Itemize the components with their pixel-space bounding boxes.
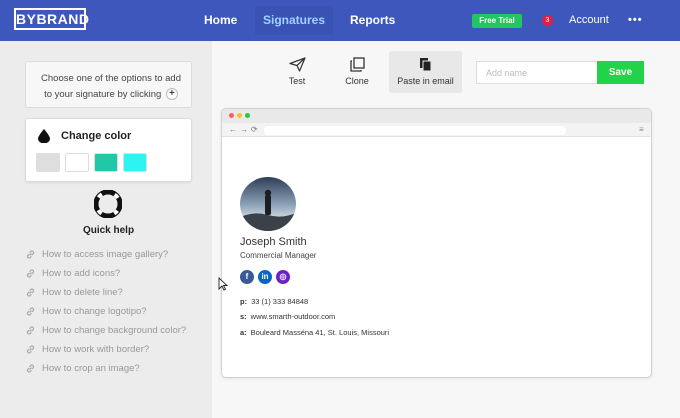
brand-logo[interactable]: BYBRAND <box>14 8 89 30</box>
account-menu[interactable]: Account <box>569 0 609 41</box>
help-link-label: How to add icons? <box>42 268 121 279</box>
change-color-card: Change color <box>25 118 192 182</box>
nav-reports[interactable]: Reports <box>350 0 395 41</box>
reload-icon: ⟳ <box>251 125 258 134</box>
help-link-label: How to change logotipo? <box>42 306 147 317</box>
minimize-dot-icon <box>237 113 242 118</box>
clone-label: Clone <box>345 76 369 86</box>
add-hint-line1: Choose one of the options to add <box>41 73 181 84</box>
browser-menu-icon: ≡ <box>639 125 644 134</box>
nav-home[interactable]: Home <box>204 0 237 41</box>
add-option-hint: Choose one of the options to add to your… <box>36 71 186 103</box>
site-value: www.smarth-outdoor.com <box>250 312 336 321</box>
link-icon <box>26 364 35 373</box>
help-link-change-logo[interactable]: How to change logotipo? <box>25 302 186 321</box>
maximize-dot-icon <box>245 113 250 118</box>
plus-icon[interactable]: + <box>165 88 178 101</box>
free-trial-badge[interactable]: Free Trial <box>472 14 522 28</box>
paste-in-email-button[interactable]: Paste in email <box>389 51 462 93</box>
color-drop-icon <box>38 129 50 143</box>
help-link-crop-image[interactable]: How to crop an image? <box>25 359 186 378</box>
help-link-label: How to access image gallery? <box>42 249 169 260</box>
top-navigation-bar: BYBRAND Home Signatures Reports Free Tri… <box>0 0 680 41</box>
paste-label: Paste in email <box>397 76 454 86</box>
link-icon <box>26 326 35 335</box>
test-button[interactable]: Test <box>268 51 326 93</box>
browser-title-bar <box>222 109 651 123</box>
help-link-image-gallery[interactable]: How to access image gallery? <box>25 245 186 264</box>
facebook-icon[interactable]: f <box>240 270 254 284</box>
test-label: Test <box>288 76 306 86</box>
signature-address: a: Bouleard Masséna 41, St. Louis, Missou… <box>240 328 389 337</box>
change-color-title: Change color <box>61 130 132 142</box>
help-link-delete-line[interactable]: How to delete line? <box>25 283 186 302</box>
help-link-border[interactable]: How to work with border? <box>25 340 186 359</box>
forward-arrow-icon: → <box>240 125 248 134</box>
color-swatch-teal[interactable] <box>94 153 118 172</box>
signature-site: s: www.smarth-outdoor.com <box>240 312 335 321</box>
help-link-label: How to change background color? <box>42 325 187 336</box>
help-link-add-icons[interactable]: How to add icons? <box>25 264 186 283</box>
signature-name-input[interactable] <box>476 61 598 84</box>
more-options-icon[interactable]: ••• <box>628 0 643 41</box>
help-link-label: How to crop an image? <box>42 363 140 374</box>
browser-address-bar: ← → ⟳ ≡ <box>222 123 651 137</box>
email-preview-window: ← → ⟳ ≡ Joseph Smith Commercial Manager … <box>221 108 652 378</box>
link-icon <box>26 345 35 354</box>
site-label: s: <box>240 312 247 321</box>
add-hint-line2: to your signature by clicking <box>44 89 162 100</box>
signature-phone: p: 33 (1) 333 84848 <box>240 297 308 306</box>
left-sidebar: Choose one of the options to add to your… <box>0 41 212 418</box>
clone-icon <box>349 57 365 72</box>
paste-icon <box>420 58 432 72</box>
help-link-background-color[interactable]: How to change background color? <box>25 321 186 340</box>
profile-photo <box>240 177 296 231</box>
close-dot-icon <box>229 113 234 118</box>
send-icon <box>288 57 306 72</box>
instagram-icon[interactable]: ◎ <box>276 270 290 284</box>
nav-signatures[interactable]: Signatures <box>255 6 333 35</box>
link-icon <box>26 269 35 278</box>
color-swatch-gray[interactable] <box>36 153 60 172</box>
link-icon <box>26 288 35 297</box>
address-label: a: <box>240 328 247 337</box>
save-button[interactable]: Save <box>597 61 644 84</box>
phone-value: 33 (1) 333 84848 <box>251 297 309 306</box>
help-link-label: How to work with border? <box>42 344 150 355</box>
help-link-label: How to delete line? <box>42 287 123 298</box>
notification-count-badge[interactable]: 3 <box>542 15 553 26</box>
mouse-cursor-icon <box>218 277 228 291</box>
link-icon <box>26 250 35 259</box>
signature-name: Joseph Smith <box>240 236 307 248</box>
quick-help-list: How to access image gallery? How to add … <box>25 245 186 378</box>
add-option-hint-card: Choose one of the options to add to your… <box>25 61 192 108</box>
clone-button[interactable]: Clone <box>328 51 386 93</box>
lifebuoy-icon <box>94 190 122 218</box>
url-field <box>264 126 566 135</box>
back-arrow-icon: ← <box>229 125 237 134</box>
linkedin-icon[interactable]: in <box>258 270 272 284</box>
link-icon <box>26 307 35 316</box>
color-swatch-white[interactable] <box>65 153 89 172</box>
signature-job-title: Commercial Manager <box>240 251 317 260</box>
quick-help-title: Quick help <box>82 225 135 236</box>
address-value: Bouleard Masséna 41, St. Louis, Missouri <box>250 328 390 337</box>
phone-label: p: <box>240 297 248 306</box>
color-swatch-cyan[interactable] <box>123 153 147 172</box>
